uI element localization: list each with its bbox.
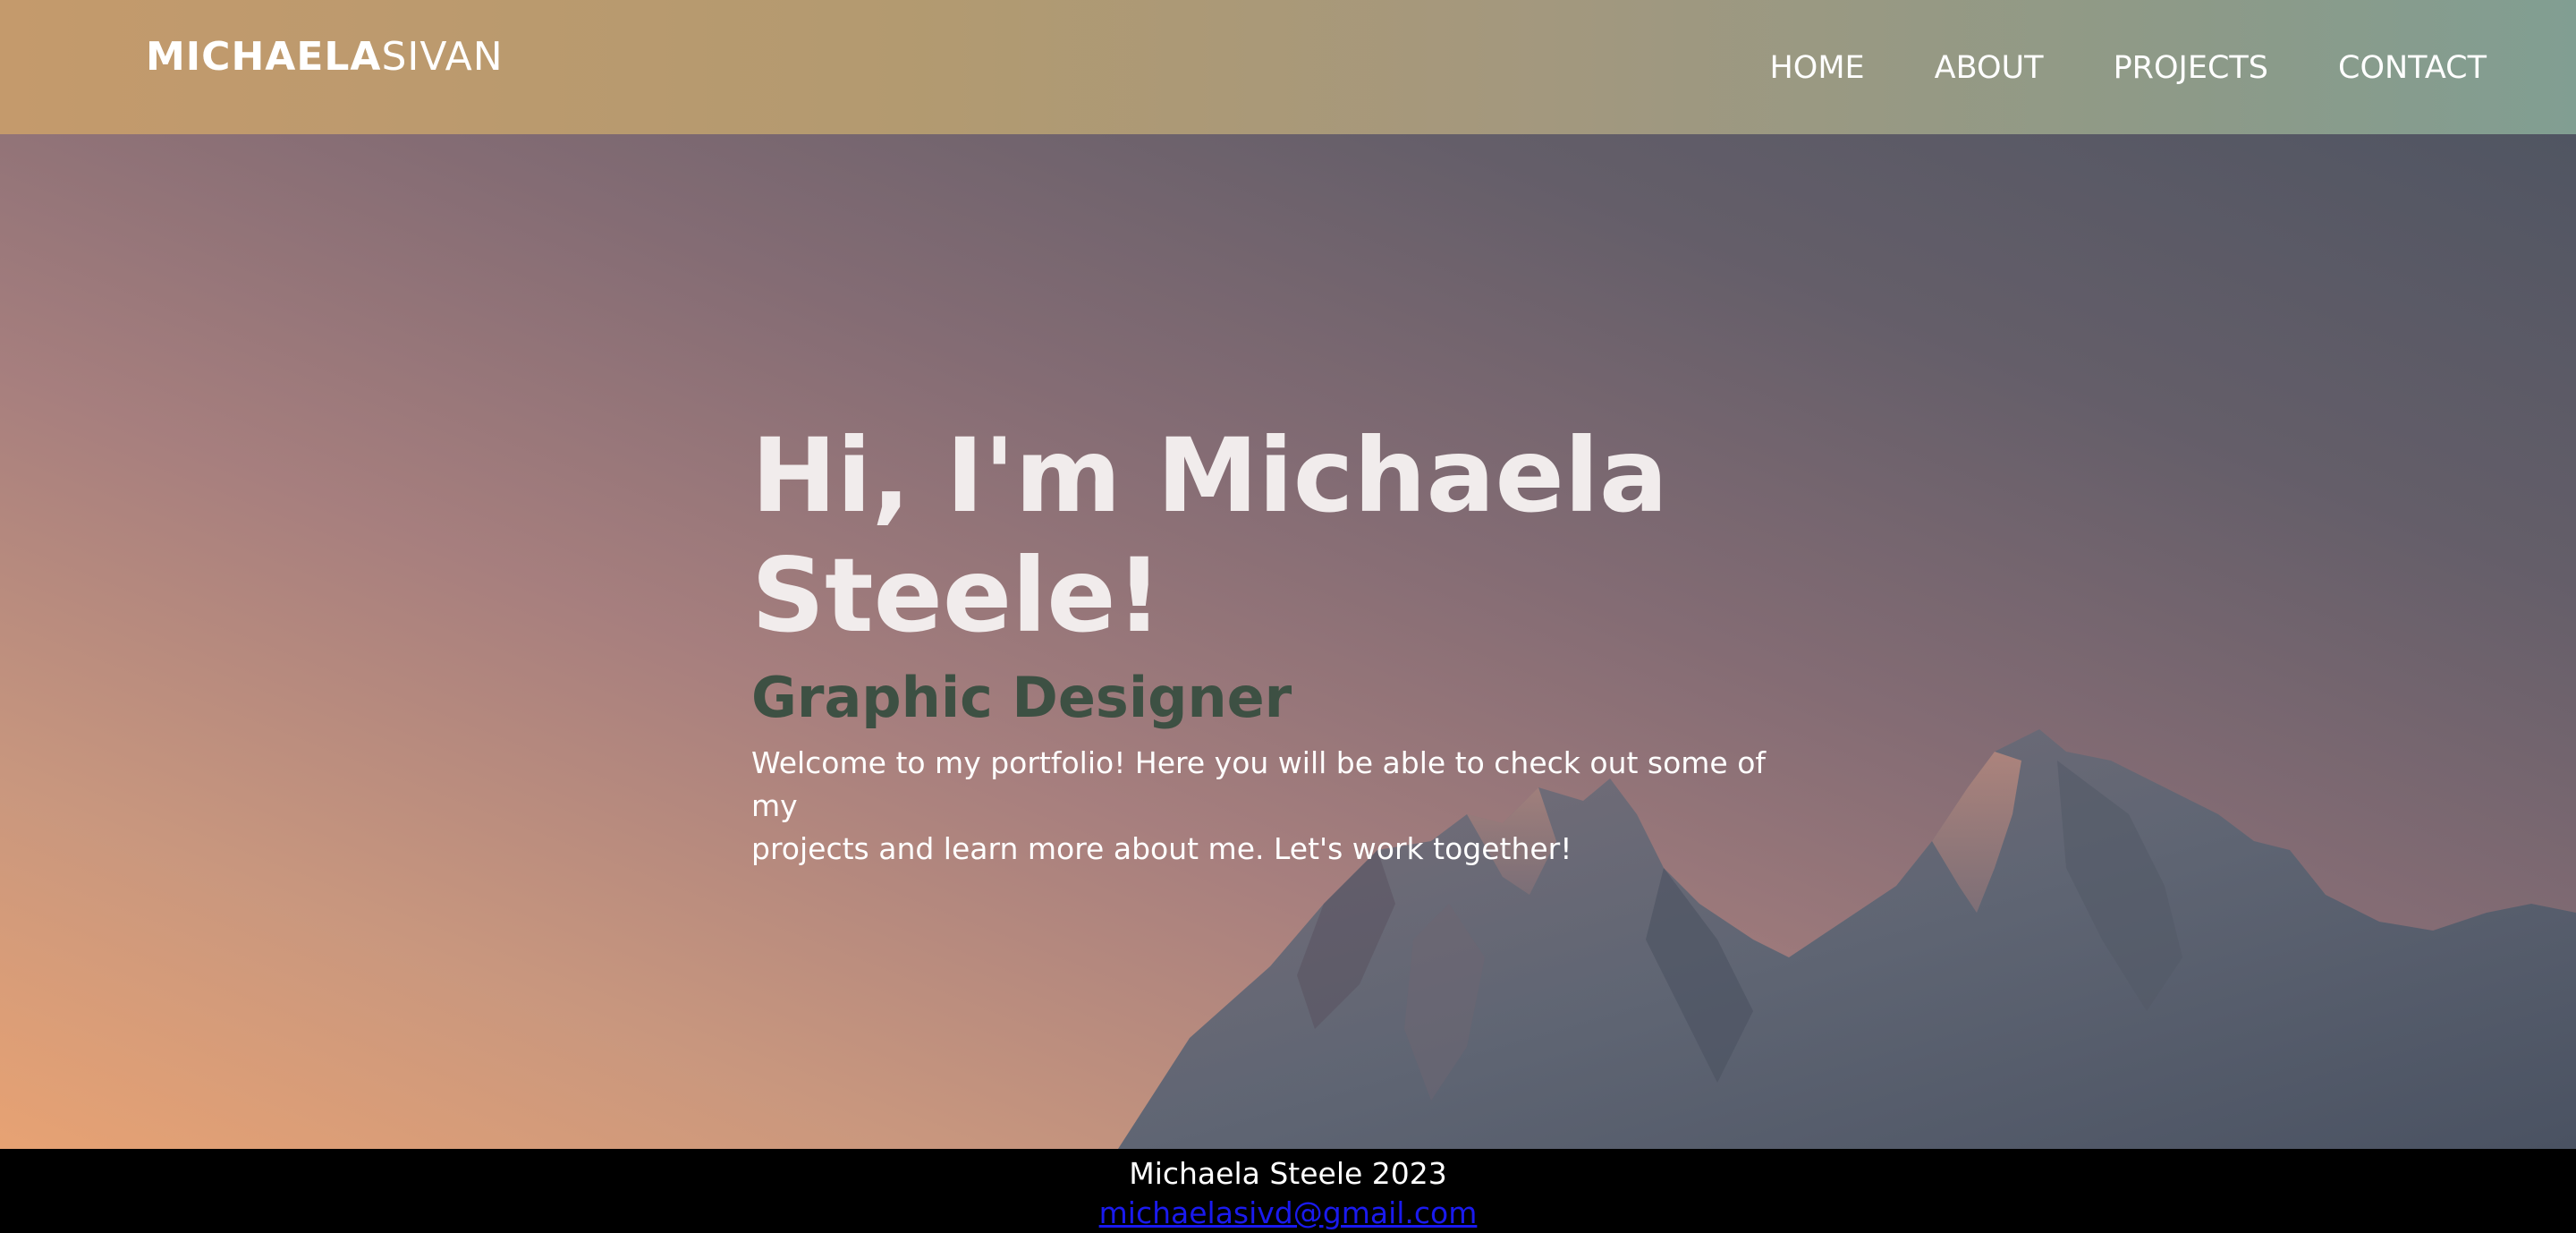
nav-contact-link[interactable]: CONTACT xyxy=(2338,50,2487,86)
hero-heading-line-1: Hi, I'm Michaela xyxy=(751,416,1668,535)
hero-section: Hi, I'm Michaela Steele! Graphic Designe… xyxy=(0,134,2576,1149)
hero-subtitle: Graphic Designer xyxy=(751,665,1292,730)
nav-projects-link[interactable]: PROJECTS xyxy=(2114,50,2268,86)
hero-heading: Hi, I'm Michaela Steele! xyxy=(751,416,1825,656)
page: MICHAELASIVAN HOME ABOUT PROJECTS CONTAC… xyxy=(0,0,2576,1233)
site-logo[interactable]: MICHAELASIVAN xyxy=(146,34,504,80)
hero-description-line-1: Welcome to my portfolio! Here you will b… xyxy=(751,745,1767,823)
footer-email-link[interactable]: michaelasivd@gmail.com xyxy=(0,1194,2576,1233)
footer-copyright: Michaela Steele 2023 xyxy=(1129,1156,1447,1191)
hero-heading-line-2: Steele! xyxy=(751,536,1163,655)
logo-first-part: MICHAELA xyxy=(146,34,382,80)
site-header: MICHAELASIVAN HOME ABOUT PROJECTS CONTAC… xyxy=(0,0,2576,134)
nav-about-link[interactable]: ABOUT xyxy=(1935,50,2044,86)
hero-description: Welcome to my portfolio! Here you will b… xyxy=(751,742,1807,871)
hero-text-block: Hi, I'm Michaela Steele! Graphic Designe… xyxy=(751,416,1825,871)
hero-description-line-2: projects and learn more about me. Let's … xyxy=(751,831,1572,866)
site-footer: Michaela Steele 2023 michaelasivd@gmail.… xyxy=(0,1149,2576,1233)
logo-second-part: SIVAN xyxy=(381,34,504,80)
nav-home-link[interactable]: HOME xyxy=(1769,50,1864,86)
main-nav: HOME ABOUT PROJECTS CONTACT xyxy=(1769,47,2487,89)
